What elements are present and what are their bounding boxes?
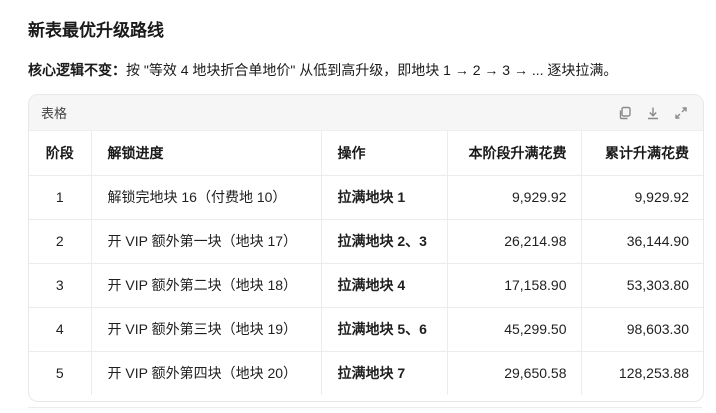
cell-unlock-progress: 开 VIP 额外第二块（地块 18） bbox=[91, 263, 322, 308]
cell-operation: 拉满地块 2、3 bbox=[321, 219, 448, 264]
table-row: 4 开 VIP 额外第三块（地块 19） 拉满地块 5、6 45,299.50 … bbox=[29, 307, 703, 352]
cell-cumulative-cost: 9,929.92 bbox=[581, 175, 703, 220]
cell-stage: 5 bbox=[29, 351, 92, 395]
table-row: 1 解锁完地块 16（付费地 10） 拉满地块 1 9,929.92 9,929… bbox=[29, 175, 703, 220]
table-toolbar bbox=[617, 105, 689, 121]
table-card: 表格 阶段 解锁进度 操作 本阶段升满花费 累计升满花费 1 解锁完地块 16（… bbox=[28, 94, 704, 402]
cell-stage: 2 bbox=[29, 219, 92, 264]
cell-unlock-progress: 开 VIP 额外第四块（地块 20） bbox=[91, 351, 322, 395]
logic-description: 核心逻辑不变：按 "等效 4 地块折合单地价" 从低到高升级，即地块 1 → 2… bbox=[28, 60, 617, 80]
table-card-label: 表格 bbox=[41, 106, 68, 121]
table-row: 2 开 VIP 额外第一块（地块 17） 拉满地块 2、3 26,214.98 … bbox=[29, 219, 703, 264]
table-card-header: 表格 bbox=[29, 95, 703, 131]
header-operation: 操作 bbox=[321, 131, 448, 176]
table-header-row: 阶段 解锁进度 操作 本阶段升满花费 累计升满花费 bbox=[29, 131, 703, 176]
cell-unlock-progress: 开 VIP 额外第三块（地块 19） bbox=[91, 307, 322, 352]
logic-text: 按 "等效 4 地块折合单地价" 从低到高升级，即地块 1 → 2 → 3 → … bbox=[126, 62, 618, 78]
table-row: 3 开 VIP 额外第二块（地块 18） 拉满地块 4 17,158.90 53… bbox=[29, 263, 703, 308]
cell-stage-cost: 26,214.98 bbox=[447, 219, 582, 264]
cell-stage: 1 bbox=[29, 175, 92, 220]
page-title: 新表最优升级路线 bbox=[28, 21, 164, 40]
cell-cumulative-cost: 128,253.88 bbox=[618, 365, 689, 382]
copy-icon[interactable] bbox=[617, 105, 633, 121]
upgrade-route-table: 阶段 解锁进度 操作 本阶段升满花费 累计升满花费 1 解锁完地块 16（付费地… bbox=[29, 131, 703, 395]
table-row: 5 开 VIP 额外第四块（地块 20） 拉满地块 7 29,650.58 12… bbox=[29, 351, 703, 395]
expand-icon[interactable] bbox=[673, 105, 689, 121]
header-unlock-progress: 解锁进度 bbox=[91, 131, 322, 176]
cell-cumulative-cost: 53,303.80 bbox=[581, 263, 703, 308]
header-stage-cost: 本阶段升满花费 bbox=[447, 131, 582, 176]
cell-stage: 3 bbox=[29, 263, 92, 308]
divider bbox=[28, 407, 702, 408]
cell-stage: 4 bbox=[29, 307, 92, 352]
logic-label: 核心逻辑不变： bbox=[28, 62, 126, 78]
cell-cumulative-cost: 98,603.30 bbox=[581, 307, 703, 352]
cell-unlock-progress: 开 VIP 额外第一块（地块 17） bbox=[91, 219, 322, 264]
download-icon[interactable] bbox=[645, 105, 661, 121]
cell-operation: 拉满地块 7 bbox=[321, 351, 448, 395]
cell-stage-cost: 9,929.92 bbox=[447, 175, 582, 220]
cell-stage-cost: 29,650.58 bbox=[447, 351, 582, 395]
cell-unlock-progress: 解锁完地块 16（付费地 10） bbox=[91, 175, 322, 220]
cell-operation: 拉满地块 1 bbox=[321, 175, 448, 220]
cell-stage-cost: 45,299.50 bbox=[447, 307, 582, 352]
cell-cumulative-cost: 36,144.90 bbox=[581, 219, 703, 264]
cell-operation: 拉满地块 5、6 bbox=[321, 307, 448, 352]
cell-operation: 拉满地块 4 bbox=[321, 263, 448, 308]
header-stage: 阶段 bbox=[29, 131, 92, 176]
cell-stage-cost: 17,158.90 bbox=[447, 263, 582, 308]
header-cumulative-cost: 累计升满花费 bbox=[581, 131, 703, 176]
